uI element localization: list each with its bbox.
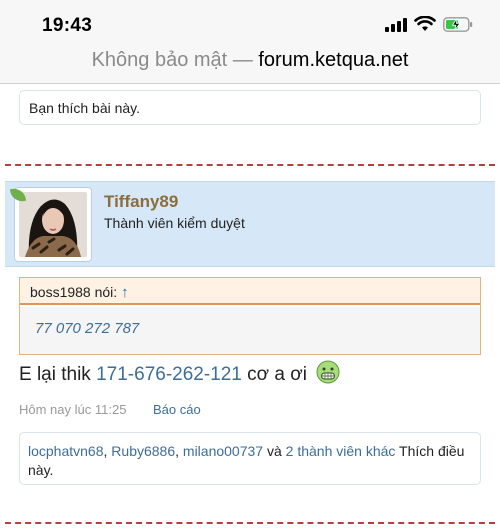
quote-author: boss1988 nói: <box>30 284 118 300</box>
previous-post-like-box: Bạn thích bài này. <box>19 90 481 125</box>
post-divider <box>5 522 495 524</box>
phone-link[interactable]: 171-676-262-121 <box>96 364 242 385</box>
report-link[interactable]: Báo cáo <box>153 402 201 417</box>
post-timestamp: Hôm nay lúc 11:25 <box>19 402 127 417</box>
security-label: Không bảo mật — <box>91 49 253 71</box>
battery-charging-icon <box>443 17 473 32</box>
message-text: E lại thik <box>19 364 91 385</box>
post-message: E lại thik 171-676-262-121 cơ a ơi <box>19 360 340 386</box>
avatar-photo <box>19 192 87 257</box>
grinning-smiley-icon <box>316 360 340 384</box>
clock: 19:43 <box>42 15 93 36</box>
likes-box: locphatvn68, Ruby6886, milano00737 và 2 … <box>19 432 481 485</box>
separator: , <box>103 443 108 459</box>
liker-link[interactable]: Ruby6886 <box>111 443 175 459</box>
username[interactable]: Tiffany89 <box>104 192 178 212</box>
quote-header: boss1988 nói: ↑ <box>20 278 480 305</box>
jump-to-quote-icon[interactable]: ↑ <box>121 284 129 301</box>
url-domain: forum.ketqua.net <box>258 49 409 71</box>
address-bar[interactable]: Không bảo mật — forum.ketqua.net <box>0 40 500 84</box>
liker-link[interactable]: milano00737 <box>183 443 263 459</box>
quote-text: 77 070 272 787 <box>35 320 140 337</box>
signal-icon <box>385 18 407 32</box>
post-divider <box>5 164 495 166</box>
user-title: Thành viên kiểm duyệt <box>104 215 245 231</box>
separator: , <box>175 443 180 459</box>
liker-link[interactable]: locphatvn68 <box>28 443 104 459</box>
wifi-icon <box>414 16 436 31</box>
message-text-end: cơ a ơi <box>247 364 307 385</box>
quote-block: boss1988 nói: ↑ 77 070 272 787 <box>19 277 481 355</box>
quote-body: 77 070 272 787 <box>20 307 480 354</box>
like-text: Bạn thích bài này. <box>29 100 141 116</box>
other-likers-link[interactable]: 2 thành viên khác <box>286 443 396 459</box>
and-text: và <box>266 443 282 459</box>
status-bar: 19:43 <box>0 0 500 40</box>
post-author-panel: Tiffany89 Thành viên kiểm duyệt <box>5 181 495 267</box>
